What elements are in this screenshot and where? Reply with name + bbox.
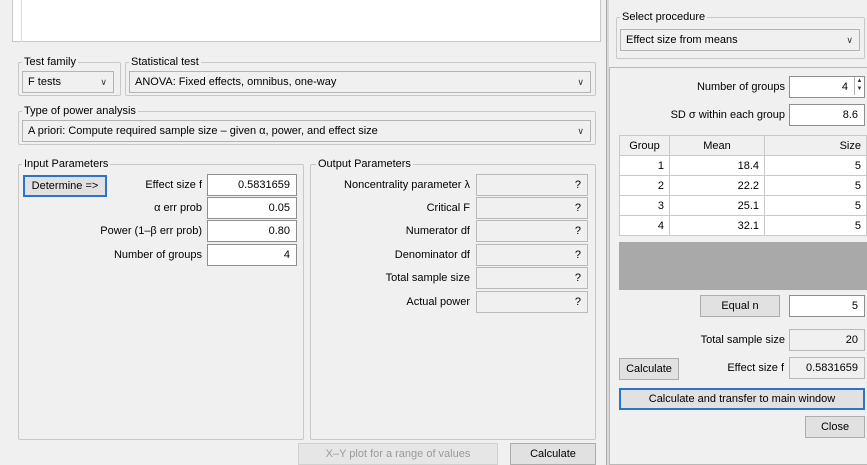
test-family-label: Test family bbox=[22, 56, 78, 69]
effect-size-label: Effect size f bbox=[145, 179, 202, 191]
power-input[interactable]: 0.80 bbox=[207, 220, 297, 242]
table-header-row: Group Mean Size bbox=[619, 135, 867, 156]
size-cell[interactable]: 5 bbox=[764, 215, 867, 236]
number-of-groups-label: Number of groups bbox=[113, 249, 202, 261]
power-analysis-select[interactable]: A priori: Compute required sample size –… bbox=[22, 120, 591, 142]
select-procedure-value: Effect size from means bbox=[626, 34, 738, 46]
select-procedure-select[interactable]: Effect size from means ∨ bbox=[620, 29, 860, 51]
column-header-group: Group bbox=[619, 135, 670, 156]
chevron-down-icon: ∨ bbox=[577, 126, 584, 136]
sd-within-input[interactable]: 8.6 bbox=[789, 104, 865, 126]
alpha-err-input[interactable]: 0.05 bbox=[207, 197, 297, 219]
calculate-and-transfer-button[interactable]: Calculate and transfer to main window bbox=[619, 388, 865, 410]
size-cell[interactable]: 5 bbox=[764, 195, 867, 216]
actual-power-label: Actual power bbox=[406, 296, 470, 308]
number-of-groups-input[interactable]: 4 bbox=[207, 244, 297, 266]
table-row[interactable]: 2 22.2 5 bbox=[619, 175, 867, 196]
means-table[interactable]: Group Mean Size 1 18.4 5 2 22.2 5 3 25.1… bbox=[619, 135, 867, 236]
plot-area bbox=[12, 0, 601, 42]
test-family-value: F tests bbox=[28, 76, 62, 88]
noncentrality-output: ? bbox=[476, 174, 588, 196]
table-row[interactable]: 3 25.1 5 bbox=[619, 195, 867, 216]
group-cell[interactable]: 3 bbox=[619, 195, 670, 216]
chevron-down-icon: ∨ bbox=[100, 77, 107, 87]
spin-up-icon[interactable]: ▲ bbox=[855, 77, 864, 85]
input-parameters-title: Input Parameters bbox=[22, 158, 111, 171]
output-parameters-title: Output Parameters bbox=[316, 158, 413, 171]
noncentrality-label: Noncentrality parameter λ bbox=[344, 179, 470, 191]
table-row[interactable]: 1 18.4 5 bbox=[619, 155, 867, 176]
group-cell[interactable]: 4 bbox=[619, 215, 670, 236]
select-procedure-label: Select procedure bbox=[620, 11, 708, 24]
group-cell[interactable]: 2 bbox=[619, 175, 670, 196]
total-sample-size-label: Total sample size bbox=[385, 272, 470, 284]
power-analysis-value: A priori: Compute required sample size –… bbox=[28, 125, 378, 137]
determine-button[interactable]: Determine => bbox=[23, 175, 107, 197]
main-window: Test family F tests ∨ Statistical test A… bbox=[0, 0, 606, 465]
denominator-df-label: Denominator df bbox=[394, 249, 470, 261]
statistical-test-select[interactable]: ANOVA: Fixed effects, omnibus, one-way ∨ bbox=[129, 71, 591, 93]
equal-n-input[interactable]: 5 bbox=[789, 295, 865, 317]
plot-area-scrollbar[interactable] bbox=[12, 0, 22, 42]
calculate-button[interactable]: Calculate bbox=[510, 443, 596, 465]
statistical-test-label: Statistical test bbox=[129, 56, 201, 69]
equal-n-button[interactable]: Equal n bbox=[700, 295, 780, 317]
size-cell[interactable]: 5 bbox=[764, 175, 867, 196]
mean-cell[interactable]: 25.1 bbox=[669, 195, 765, 216]
column-header-mean: Mean bbox=[669, 135, 765, 156]
side-total-sample-size-label: Total sample size bbox=[700, 334, 785, 346]
group-cell[interactable]: 1 bbox=[619, 155, 670, 176]
side-effect-size-output: 0.5831659 bbox=[789, 357, 865, 379]
side-number-of-groups-label: Number of groups bbox=[696, 81, 785, 93]
number-of-groups-spinner[interactable]: ▲ ▼ bbox=[854, 77, 864, 95]
table-row[interactable]: 4 32.1 5 bbox=[619, 215, 867, 236]
mean-cell[interactable]: 32.1 bbox=[669, 215, 765, 236]
total-sample-size-output: ? bbox=[476, 267, 588, 289]
numerator-df-output: ? bbox=[476, 220, 588, 242]
critical-f-label: Critical F bbox=[426, 202, 470, 214]
denominator-df-output: ? bbox=[476, 244, 588, 266]
mean-cell[interactable]: 22.2 bbox=[669, 175, 765, 196]
size-cell[interactable]: 5 bbox=[764, 155, 867, 176]
test-family-select[interactable]: F tests ∨ bbox=[22, 71, 114, 93]
actual-power-output: ? bbox=[476, 291, 588, 313]
statistical-test-value: ANOVA: Fixed effects, omnibus, one-way bbox=[135, 76, 337, 88]
numerator-df-label: Numerator df bbox=[405, 225, 470, 237]
critical-f-output: ? bbox=[476, 197, 588, 219]
effect-size-input[interactable]: 0.5831659 bbox=[207, 174, 297, 196]
power-analysis-label: Type of power analysis bbox=[22, 105, 138, 118]
alpha-err-label: α err prob bbox=[154, 202, 202, 214]
xy-plot-button[interactable]: X–Y plot for a range of values bbox=[298, 443, 498, 465]
spin-down-icon[interactable]: ▼ bbox=[855, 85, 864, 93]
chevron-down-icon: ∨ bbox=[577, 77, 584, 87]
side-calculate-button[interactable]: Calculate bbox=[619, 358, 679, 380]
mean-cell[interactable]: 18.4 bbox=[669, 155, 765, 176]
side-total-sample-size-output: 20 bbox=[789, 329, 865, 351]
column-header-size: Size bbox=[764, 135, 867, 156]
table-empty-area bbox=[619, 242, 867, 290]
side-effect-size-label: Effect size f bbox=[727, 362, 784, 374]
power-label: Power (1–β err prob) bbox=[100, 225, 202, 237]
sd-within-label: SD σ within each group bbox=[670, 109, 785, 121]
chevron-down-icon: ∨ bbox=[846, 35, 853, 45]
close-button[interactable]: Close bbox=[805, 416, 865, 438]
effect-size-panel: Select procedure Effect size from means … bbox=[609, 0, 867, 465]
